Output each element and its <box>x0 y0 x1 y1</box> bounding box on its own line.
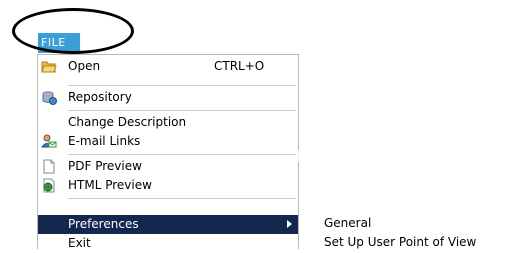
email-links-icon <box>41 134 57 148</box>
menu-item-label: Preferences <box>68 217 139 231</box>
menu-separator <box>68 198 296 199</box>
folder-open-icon <box>41 61 57 73</box>
menu-item-label: HTML Preview <box>68 178 152 192</box>
menu-item-shortcut: CTRL+O <box>214 59 265 73</box>
menu-item-label: E-mail Links <box>68 134 141 148</box>
menu-item-label: Open <box>68 59 101 73</box>
menu-item-pdf-preview[interactable]: PDF Preview <box>38 157 298 176</box>
menu-item-change-description[interactable]: Change Description <box>38 113 298 132</box>
document-icon <box>43 159 55 174</box>
menu-item-label: Repository <box>68 90 132 104</box>
submenu-item-set-up-user-point-of-view[interactable]: Set Up User Point of View <box>298 233 525 252</box>
menu-item-preferences[interactable]: Preferences <box>38 215 298 234</box>
menu-item-html-preview[interactable]: HTML Preview <box>38 176 298 195</box>
menu-item-label: Exit <box>68 236 91 250</box>
html-preview-icon <box>43 178 55 193</box>
menu-separator <box>68 154 296 155</box>
menu-item-label: Change Description <box>68 115 187 129</box>
submenu-item-label: General <box>324 216 372 230</box>
menu-separator <box>68 110 296 111</box>
menu-item-open[interactable]: Open CTRL+O <box>38 57 298 76</box>
menu-item-label: PDF Preview <box>68 159 142 173</box>
submenu-arrow-icon <box>287 220 292 228</box>
divider <box>298 150 299 162</box>
highlight-circle-annotation <box>12 8 134 54</box>
repository-icon <box>42 91 57 105</box>
submenu-item-general[interactable]: General <box>298 214 525 233</box>
file-dropdown-menu: Open CTRL+O Repository Change Descriptio… <box>37 54 299 250</box>
menu-item-email-links[interactable]: E-mail Links <box>38 132 298 151</box>
menu-separator <box>68 85 296 86</box>
submenu-item-label: Set Up User Point of View <box>324 235 477 249</box>
menu-item-exit[interactable]: Exit <box>38 234 298 253</box>
menu-item-repository[interactable]: Repository <box>38 88 298 107</box>
